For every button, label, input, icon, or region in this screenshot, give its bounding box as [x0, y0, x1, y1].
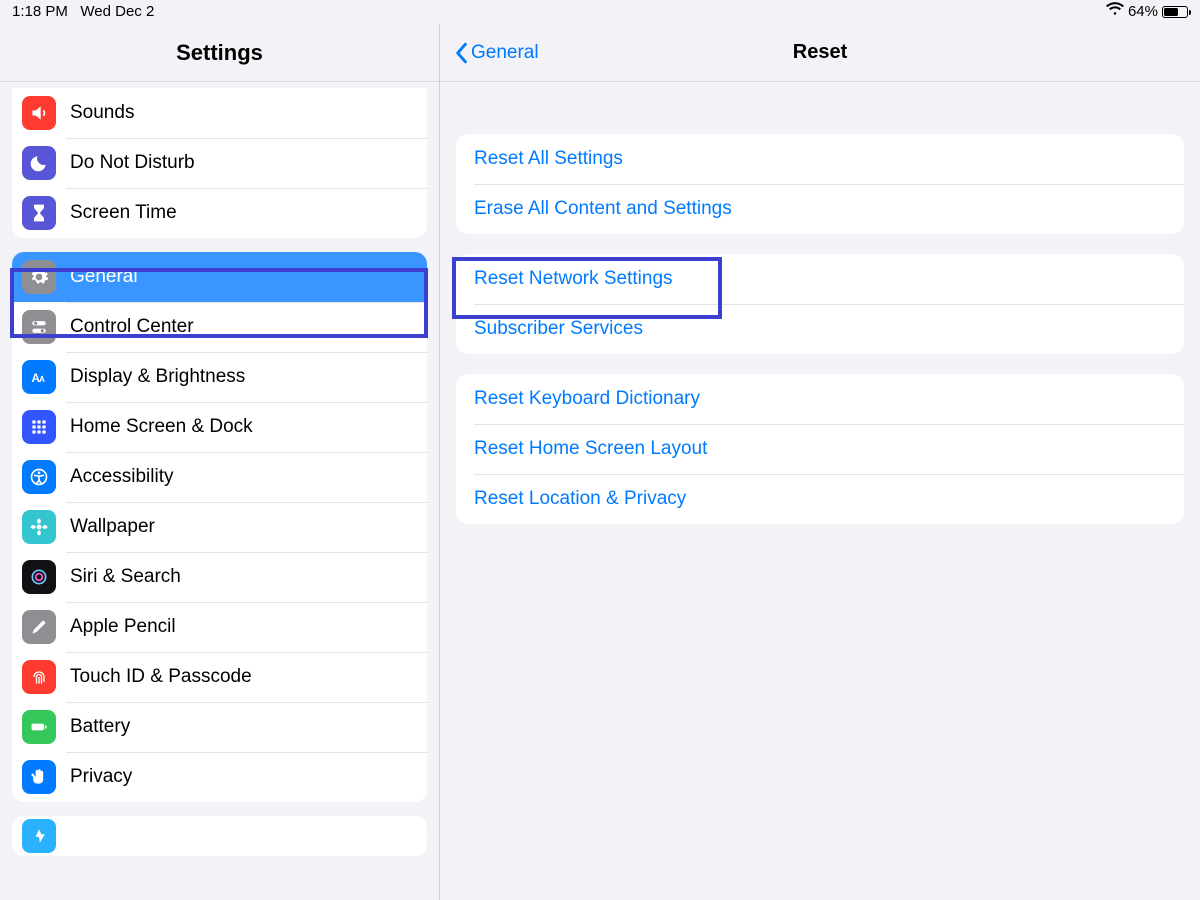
chevron-left-icon [454, 42, 468, 64]
back-label: General [471, 42, 539, 64]
sidebar-item-label: Display & Brightness [70, 366, 245, 388]
reset-keyboard-dictionary[interactable]: Reset Keyboard Dictionary [456, 374, 1184, 424]
detail-pane: General Reset Reset All Settings Erase A… [440, 24, 1200, 900]
sidebar-item-label: Touch ID & Passcode [70, 666, 252, 688]
hourglass-icon [22, 196, 56, 230]
sidebar-item-controlcenter[interactable]: Control Center [12, 302, 427, 352]
reset-group-2: Reset Keyboard Dictionary Reset Home Scr… [456, 374, 1184, 524]
sidebar-item-label: Home Screen & Dock [70, 416, 253, 438]
reset-network-settings[interactable]: Reset Network Settings [456, 254, 1184, 304]
reset-location-privacy[interactable]: Reset Location & Privacy [456, 474, 1184, 524]
battery-icon [1162, 6, 1188, 18]
settings-sidebar: Settings Sounds Do Not Disturb Screen [0, 24, 440, 900]
sidebar-title: Settings [176, 40, 263, 66]
sidebar-item-wallpaper[interactable]: Wallpaper [12, 502, 427, 552]
sidebar-item-privacy[interactable]: Privacy [12, 752, 427, 802]
sidebar-item-screentime[interactable]: Screen Time [12, 188, 427, 238]
sidebar-group-1: General Control Center AA Display & Brig… [12, 252, 427, 802]
reset-group-1: Reset Network Settings Subscriber Servic… [456, 254, 1184, 354]
svg-text:A: A [39, 374, 45, 384]
siri-icon [22, 560, 56, 594]
sidebar-item-label: General [70, 266, 138, 288]
moon-icon [22, 146, 56, 180]
sidebar-group-2 [12, 816, 427, 856]
text-size-icon: AA [22, 360, 56, 394]
sidebar-item-pencil[interactable]: Apple Pencil [12, 602, 427, 652]
sounds-icon [22, 96, 56, 130]
sidebar-item-label: Siri & Search [70, 566, 181, 588]
sidebar-item-homescreen[interactable]: Home Screen & Dock [12, 402, 427, 452]
sidebar-item-sounds[interactable]: Sounds [12, 88, 427, 138]
reset-group-0: Reset All Settings Erase All Content and… [456, 134, 1184, 234]
wifi-icon [1106, 0, 1124, 24]
accessibility-icon [22, 460, 56, 494]
grid-icon [22, 410, 56, 444]
erase-all-content[interactable]: Erase All Content and Settings [456, 184, 1184, 234]
reset-home-screen-layout[interactable]: Reset Home Screen Layout [456, 424, 1184, 474]
status-date: Wed Dec 2 [80, 3, 154, 20]
sidebar-item-next[interactable] [12, 816, 427, 856]
gear-icon [22, 260, 56, 294]
battery-pct: 64% [1128, 0, 1158, 24]
sidebar-item-label: Sounds [70, 102, 134, 124]
sidebar-item-general[interactable]: General [12, 252, 427, 302]
status-bar: 1:18 PM Wed Dec 2 64% [0, 0, 1200, 24]
pencil-icon [22, 610, 56, 644]
sidebar-item-label: Control Center [70, 316, 194, 338]
sidebar-item-label: Screen Time [70, 202, 177, 224]
back-button[interactable]: General [454, 24, 539, 81]
sidebar-item-display[interactable]: AA Display & Brightness [12, 352, 427, 402]
sidebar-item-label: Do Not Disturb [70, 152, 195, 174]
battery-row-icon [22, 710, 56, 744]
sidebar-item-accessibility[interactable]: Accessibility [12, 452, 427, 502]
sidebar-item-label: Wallpaper [70, 516, 155, 538]
sidebar-item-label: Battery [70, 716, 130, 738]
detail-title: Reset [793, 41, 847, 64]
sidebar-titlebar: Settings [0, 24, 439, 82]
sidebar-item-label: Accessibility [70, 466, 173, 488]
sidebar-group-0: Sounds Do Not Disturb Screen Time [12, 88, 427, 238]
status-time: 1:18 PM [12, 3, 68, 20]
hand-icon [22, 760, 56, 794]
sidebar-item-label: Privacy [70, 766, 132, 788]
reset-all-settings[interactable]: Reset All Settings [456, 134, 1184, 184]
sidebar-item-touchid[interactable]: Touch ID & Passcode [12, 652, 427, 702]
fingerprint-icon [22, 660, 56, 694]
switches-icon [22, 310, 56, 344]
detail-titlebar: General Reset [440, 24, 1200, 82]
sidebar-item-battery[interactable]: Battery [12, 702, 427, 752]
sidebar-item-dnd[interactable]: Do Not Disturb [12, 138, 427, 188]
sidebar-item-label: Apple Pencil [70, 616, 176, 638]
sidebar-item-siri[interactable]: Siri & Search [12, 552, 427, 602]
subscriber-services[interactable]: Subscriber Services [456, 304, 1184, 354]
appstore-icon [22, 819, 56, 853]
flower-icon [22, 510, 56, 544]
